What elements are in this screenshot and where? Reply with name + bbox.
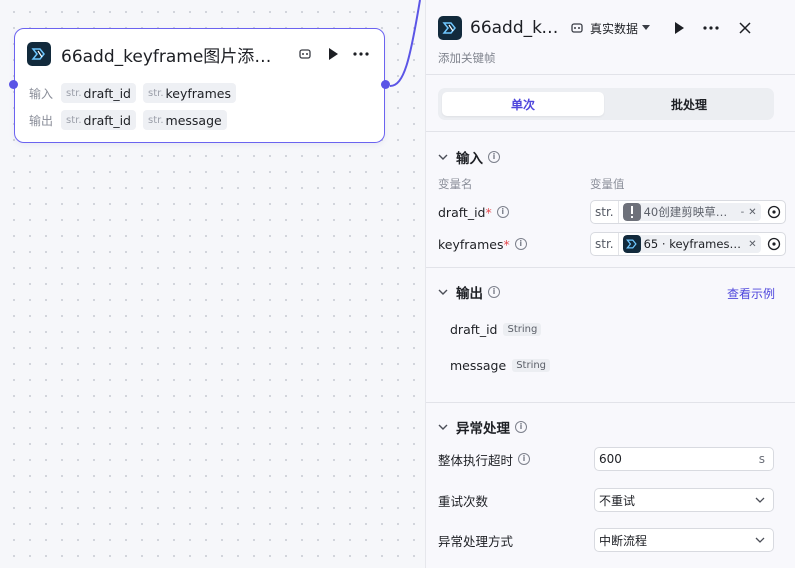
tab-single[interactable]: 单次 — [442, 92, 604, 116]
info-icon[interactable]: i — [515, 421, 527, 433]
panel-header: 66add_ke… 真实数据 — [438, 14, 788, 42]
node-title: 66add_keyframe图片添加关… — [61, 46, 286, 67]
error-mode-select[interactable]: 中断流程 — [594, 528, 774, 552]
panel-title: 66add_ke… — [470, 18, 562, 38]
plugin-logo-icon — [438, 16, 462, 40]
chevron-down-icon — [755, 537, 765, 543]
view-example-link[interactable]: 查看示例 — [727, 285, 775, 302]
more-icon[interactable] — [350, 43, 372, 65]
input-tag: str. draft_id — [61, 83, 136, 103]
info-icon[interactable]: i — [496, 206, 509, 218]
retry-row: 重试次数 不重试 — [438, 488, 774, 512]
chevron-down-icon — [438, 424, 448, 430]
info-icon[interactable]: i — [518, 453, 531, 465]
output-port[interactable] — [381, 80, 390, 89]
retry-label: 重试次数 — [438, 493, 489, 509]
input-variable-row: draft_id * i str. 40创建剪映草… - ✕ — [438, 200, 786, 224]
input-variable-row: keyframes * i str. 65 · keyframes_… ✕ — [438, 232, 786, 256]
run-icon[interactable] — [322, 43, 344, 65]
run-icon[interactable] — [668, 17, 690, 39]
clear-icon[interactable]: ✕ — [748, 239, 756, 250]
error-mode-row: 异常处理方式 中断流程 — [438, 528, 774, 552]
variable-name: keyframes * i — [438, 237, 590, 252]
type-badge: String — [503, 323, 542, 336]
column-label-name: 变量名 — [438, 177, 473, 191]
output-tag: str. draft_id — [61, 110, 136, 130]
output-variable-row: message String — [450, 358, 551, 373]
timeout-label: 整体执行超时 — [438, 452, 514, 468]
debug-icon[interactable] — [566, 17, 588, 39]
run-mode-tabs: 单次 批处理 — [438, 88, 774, 120]
divider — [426, 402, 795, 403]
caret-down-icon — [642, 25, 651, 30]
input-tag: str. keyframes — [143, 83, 236, 103]
retry-select[interactable]: 不重试 — [594, 488, 774, 512]
divider — [426, 267, 795, 268]
chevron-down-icon — [438, 289, 448, 295]
variable-value-field[interactable]: str. 40创建剪映草… - ✕ — [590, 200, 786, 224]
divider — [426, 74, 795, 75]
input-section-title: 输入 — [456, 151, 483, 167]
inputs-label: 输入 — [29, 86, 54, 101]
output-section-title: 输出 — [456, 286, 483, 302]
column-label-value: 变量值 — [590, 177, 625, 191]
variable-value-field[interactable]: str. 65 · keyframes_… ✕ — [590, 232, 786, 256]
input-section-header[interactable]: 输入 i — [438, 147, 500, 167]
info-icon[interactable]: i — [514, 238, 527, 250]
data-mode-label: 真实数据 — [590, 21, 639, 36]
data-mode-select[interactable]: 真实数据 — [590, 20, 651, 37]
reference-chip[interactable]: 40创建剪映草… - ✕ — [622, 203, 761, 221]
output-tag: str. message — [143, 110, 227, 130]
error-mode-label: 异常处理方式 — [438, 533, 514, 549]
outputs-label: 输出 — [29, 113, 54, 128]
plugin-logo-icon — [622, 235, 641, 253]
output-name: draft_id — [450, 322, 498, 337]
tab-batch[interactable]: 批处理 — [608, 92, 770, 116]
warning-icon — [622, 203, 641, 221]
chevron-down-icon — [755, 497, 765, 503]
info-icon[interactable]: i — [488, 286, 500, 298]
type-prefix: str. — [591, 201, 619, 223]
error-section-title: 异常处理 — [456, 421, 510, 437]
close-icon[interactable] — [734, 17, 756, 39]
workflow-canvas[interactable]: 66add_keyframe图片添加关… 输入 str. draft_id str… — [0, 0, 425, 568]
plugin-node[interactable]: 66add_keyframe图片添加关… 输入 str. draft_id str… — [9, 28, 390, 143]
node-detail-panel: 66add_ke… 真实数据 添加关键帧 单次 批处理 输入 i 变量名 变量值… — [425, 0, 795, 568]
chevron-down-icon — [438, 154, 448, 160]
timeout-input[interactable]: 600 s — [594, 447, 774, 471]
divider — [426, 131, 795, 132]
output-section-header[interactable]: 输出 i — [438, 282, 500, 302]
node-outputs-row: 输出 str. draft_id str. message — [29, 110, 234, 130]
info-icon[interactable]: i — [488, 151, 500, 163]
clear-icon[interactable]: ✕ — [748, 207, 756, 218]
type-badge: String — [512, 359, 551, 372]
type-prefix: str. — [591, 233, 619, 255]
reference-chip[interactable]: 65 · keyframes_… ✕ — [622, 235, 761, 253]
more-icon[interactable] — [700, 17, 722, 39]
output-name: message — [450, 358, 507, 373]
plugin-logo-icon — [27, 42, 51, 66]
node-inputs-row: 输入 str. draft_id str. keyframes — [29, 83, 243, 103]
timeout-row: 整体执行超时 i 600 s — [438, 447, 774, 471]
error-section-header[interactable]: 异常处理 i — [438, 417, 527, 437]
output-variable-row: draft_id String — [450, 322, 542, 337]
node-header: 66add_keyframe图片添加关… — [27, 41, 372, 67]
target-icon[interactable] — [767, 205, 781, 219]
target-icon[interactable] — [767, 237, 781, 251]
panel-description: 添加关键帧 — [438, 51, 496, 65]
debug-icon[interactable] — [294, 43, 316, 65]
variable-name: draft_id * i — [438, 205, 590, 220]
input-port[interactable] — [9, 80, 18, 89]
